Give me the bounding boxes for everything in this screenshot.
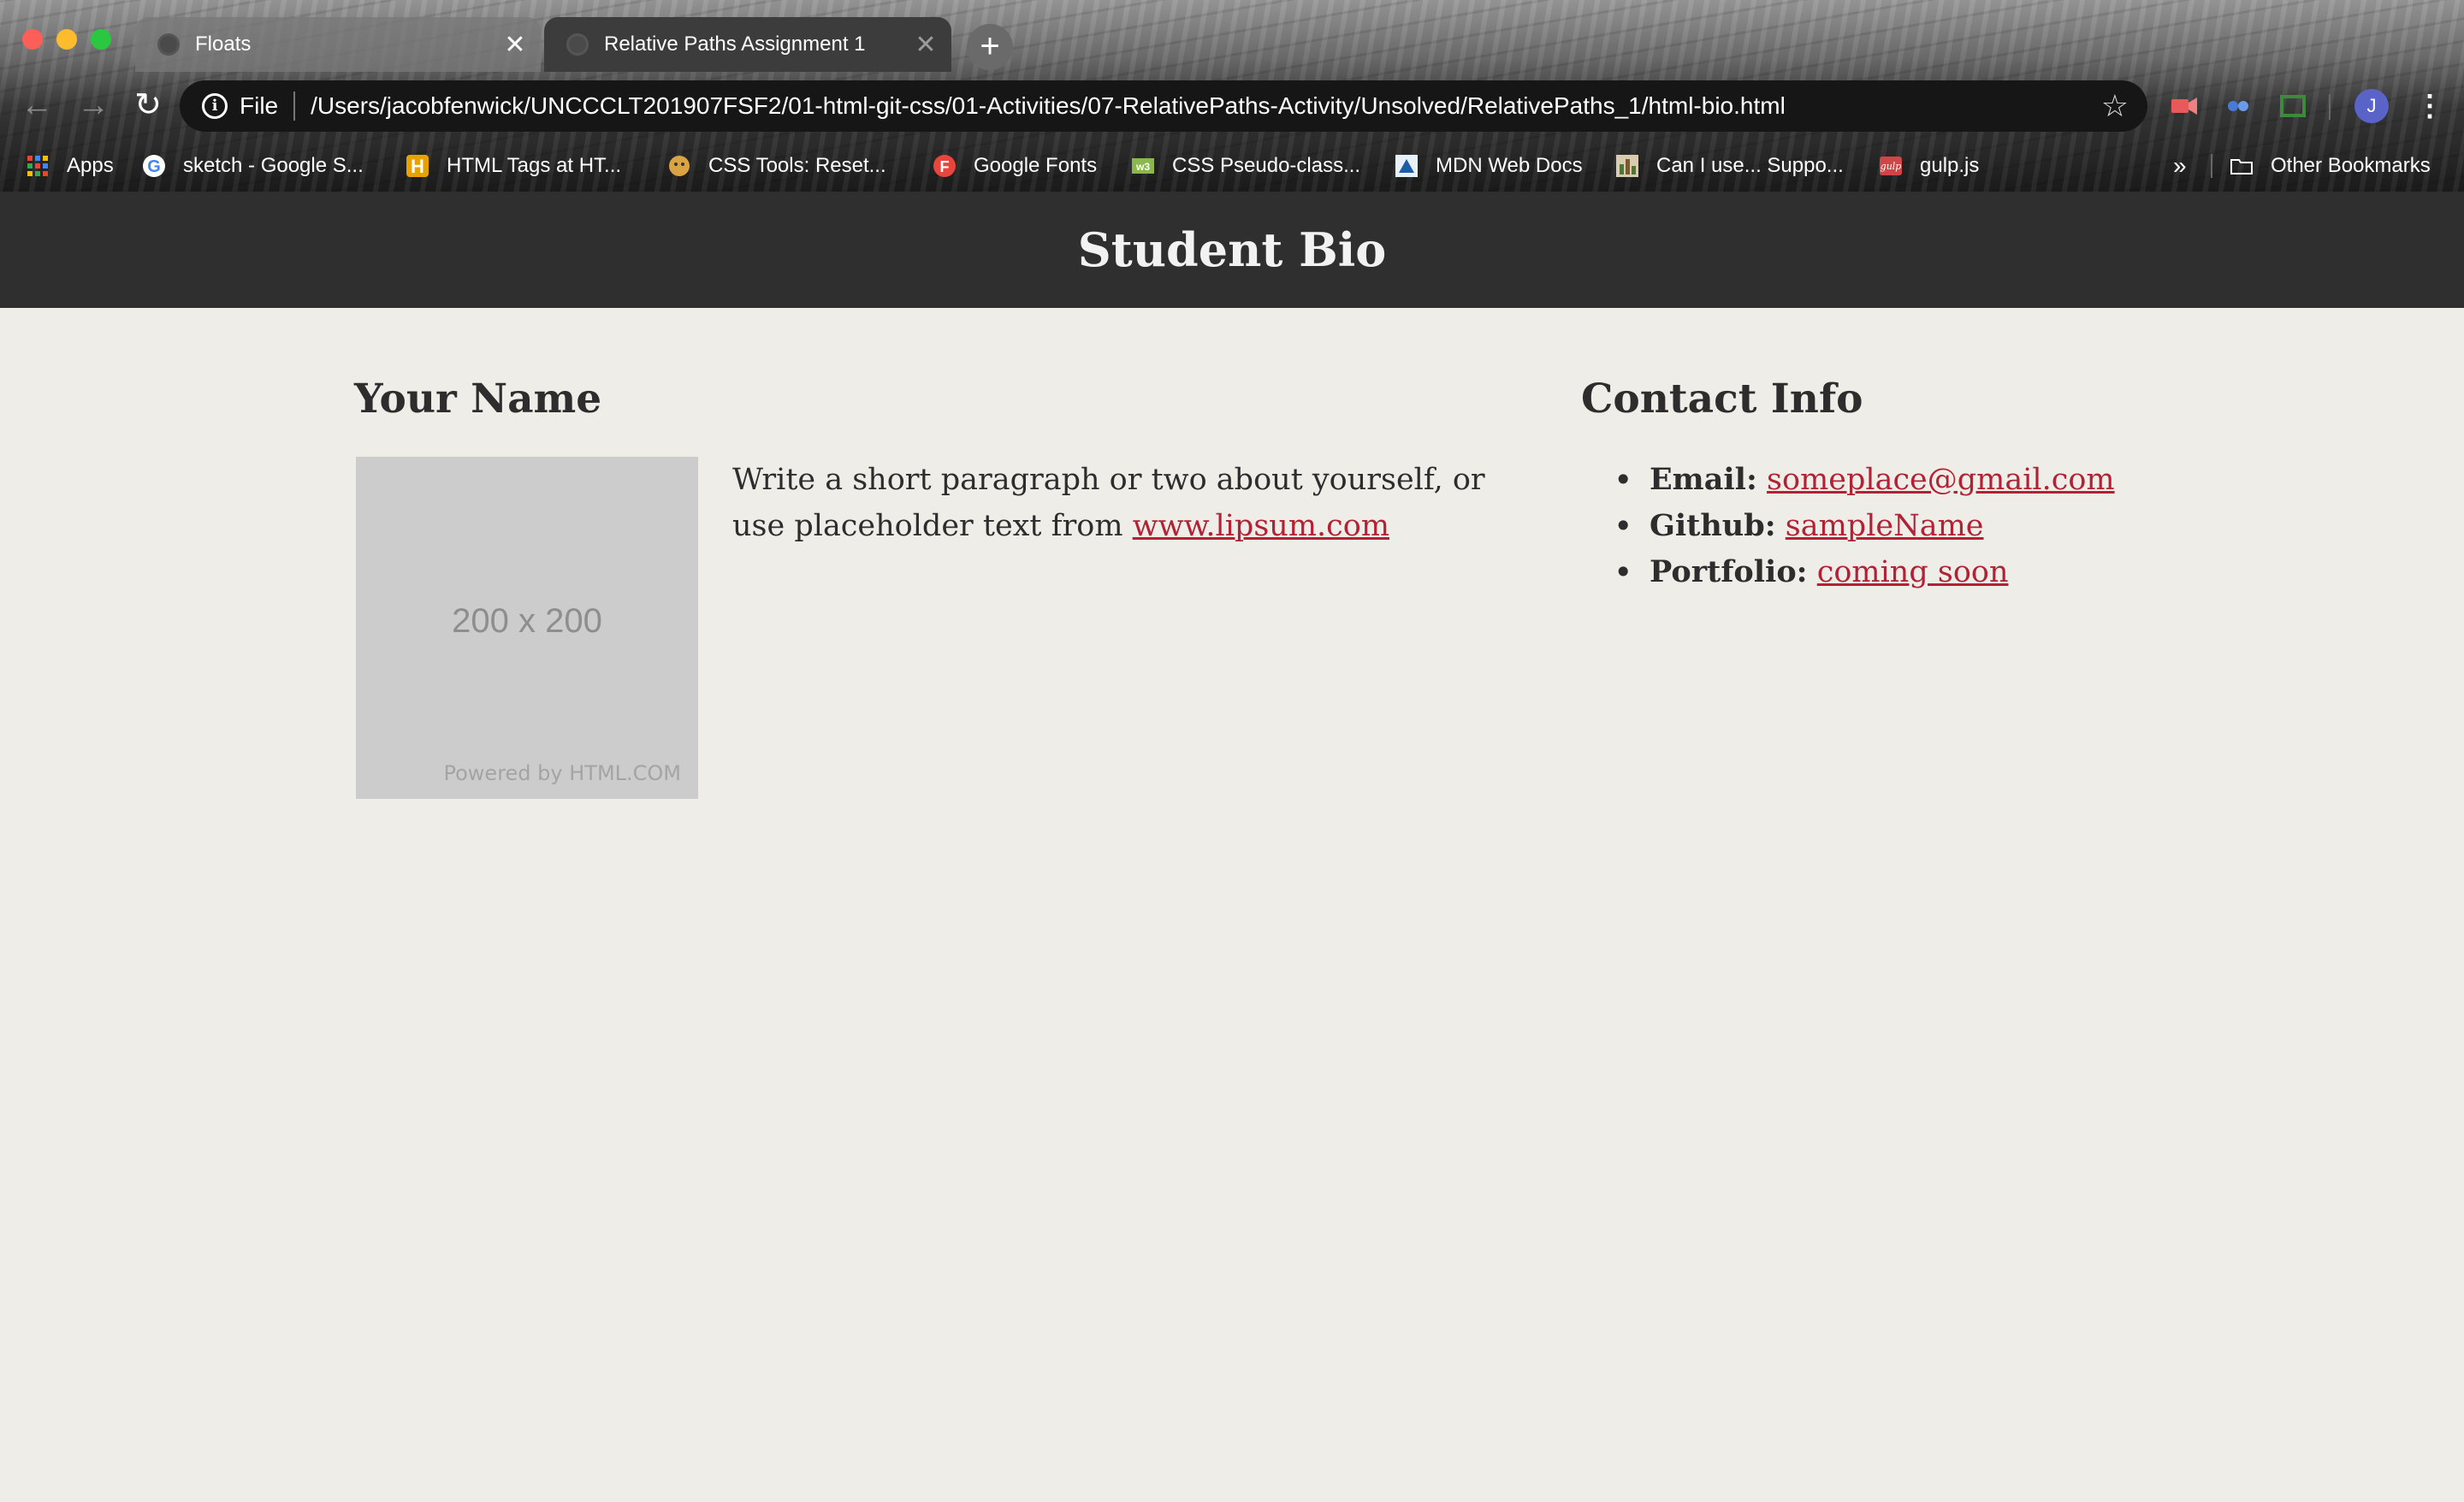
page-title: Student Bio xyxy=(1077,222,1387,277)
svg-text:G: G xyxy=(147,157,161,176)
globe-icon xyxy=(566,33,589,56)
reload-icon[interactable]: ↻ xyxy=(127,84,169,127)
w3-icon: w3 xyxy=(1132,158,1154,174)
more-menu-icon[interactable]: ⋮ xyxy=(2413,87,2447,125)
extension-record-icon[interactable] xyxy=(2168,91,2199,121)
bookmark-apps[interactable]: Apps xyxy=(26,149,114,183)
contact-label: Portfolio: xyxy=(1650,554,1808,589)
svg-text:F: F xyxy=(940,158,950,175)
contact-list: Email: someplace@gmail.com Github: sampl… xyxy=(1614,457,2351,595)
address-divider xyxy=(293,92,296,121)
contact-item-github: Github: sampleName xyxy=(1614,503,2351,549)
contact-item-portfolio: Portfolio: coming soon xyxy=(1614,549,2351,595)
new-tab-button[interactable]: + xyxy=(967,24,1013,70)
bookmarks-bar: Apps G sketch - Google S... H HTML Tags … xyxy=(0,140,2464,192)
bookmark-google-fonts[interactable]: F Google Fonts xyxy=(933,149,1097,183)
close-tab-icon[interactable]: ✕ xyxy=(498,30,532,60)
bookmark-can-i-use[interactable]: Can I use... Suppo... xyxy=(1615,149,1844,183)
email-link[interactable]: someplace@gmail.com xyxy=(1767,463,2115,497)
css-tools-icon xyxy=(669,156,690,176)
placeholder-dimensions: 200 x 200 xyxy=(452,602,602,640)
mdn-icon xyxy=(1395,155,1418,177)
forward-arrow-icon[interactable]: → xyxy=(72,84,115,127)
bookmark-css-tools[interactable]: CSS Tools: Reset... xyxy=(667,149,886,183)
bookmark-star-icon[interactable]: ☆ xyxy=(2101,88,2129,124)
bookmark-label: HTML Tags at HT... xyxy=(447,154,622,177)
bookmark-label: Google Fonts xyxy=(974,154,1098,177)
svg-text:w3: w3 xyxy=(1135,161,1150,173)
bookmark-label: sketch - Google S... xyxy=(183,154,364,177)
google-fonts-icon: F xyxy=(933,155,956,177)
bookmark-label: CSS Pseudo-class... xyxy=(1172,154,1361,177)
bookmark-label: Can I use... Suppo... xyxy=(1656,154,1844,177)
toolbar-divider xyxy=(2329,94,2331,120)
contact-label: Github: xyxy=(1650,508,1776,543)
lipsum-link[interactable]: www.lipsum.com xyxy=(1133,509,1389,543)
bookmarks-divider xyxy=(2211,154,2212,178)
back-arrow-icon[interactable]: ← xyxy=(15,84,58,127)
tab-title: Relative Paths Assignment 1 xyxy=(604,33,866,56)
bookmark-label: Apps xyxy=(67,154,114,177)
browser-chrome: Floats ✕ Relative Paths Assignment 1 ✕ +… xyxy=(0,0,2464,192)
browser-toolbar: ← → ↻ i File /Users/jacobfenwick/UNCCCLT… xyxy=(0,72,2464,140)
google-icon: G xyxy=(143,155,165,177)
profile-avatar[interactable]: J xyxy=(2354,89,2389,123)
caniuse-icon xyxy=(1616,155,1638,177)
tab-relative-paths[interactable]: Relative Paths Assignment 1 ✕ xyxy=(544,17,951,72)
bookmark-label: MDN Web Docs xyxy=(1436,154,1583,177)
extension-puzzle-icon[interactable] xyxy=(2223,91,2254,121)
tab-floats[interactable]: Floats ✕ xyxy=(135,17,541,72)
bookmarks-overflow-button[interactable]: » xyxy=(2173,149,2187,183)
profile-image-placeholder: 200 x 200 Powered by HTML.COM xyxy=(356,457,698,799)
bio-section: Your Name 200 x 200 Powered by HTML.COM … xyxy=(354,368,1485,799)
html-h-icon: H xyxy=(406,155,429,177)
bio-paragraph: Write a short paragraph or two about you… xyxy=(732,457,1485,549)
address-url[interactable]: /Users/jacobfenwick/UNCCCLT201907FSF2/01… xyxy=(311,92,2101,120)
close-window-button[interactable] xyxy=(22,29,43,50)
page-header: Student Bio xyxy=(0,192,2464,308)
folder-icon xyxy=(2230,159,2253,174)
bookmark-gulp[interactable]: gulp gulp.js xyxy=(1879,149,1979,183)
extension-screen-icon[interactable] xyxy=(2277,91,2308,121)
other-bookmarks[interactable]: Other Bookmarks xyxy=(2230,149,2431,183)
bookmark-label: CSS Tools: Reset... xyxy=(708,154,886,177)
apps-grid-icon xyxy=(27,156,48,176)
github-link[interactable]: sampleName xyxy=(1786,509,1984,543)
svg-text:gulp: gulp xyxy=(1881,161,1902,172)
gulp-icon: gulp xyxy=(1880,157,1902,175)
bookmark-sketch-google[interactable]: G sketch - Google S... xyxy=(142,149,364,183)
bookmark-mdn[interactable]: MDN Web Docs xyxy=(1395,149,1583,183)
contact-item-email: Email: someplace@gmail.com xyxy=(1614,457,2351,503)
contact-label: Email: xyxy=(1650,462,1757,497)
bookmark-label: gulp.js xyxy=(1920,154,1980,177)
portfolio-link[interactable]: coming soon xyxy=(1817,555,2009,589)
bookmark-label: Other Bookmarks xyxy=(2271,154,2431,177)
tab-title: Floats xyxy=(195,33,252,56)
svg-text:H: H xyxy=(411,156,424,177)
contact-section: Contact Info Email: someplace@gmail.com … xyxy=(1581,368,2351,595)
bookmark-css-pseudo[interactable]: w3 CSS Pseudo-class... xyxy=(1131,149,1360,183)
placeholder-caption: Powered by HTML.COM xyxy=(443,761,682,785)
bookmark-html-tags[interactable]: H HTML Tags at HT... xyxy=(406,149,621,183)
maximize-window-button[interactable] xyxy=(91,29,111,50)
minimize-window-button[interactable] xyxy=(56,29,77,50)
address-bar[interactable]: i File /Users/jacobfenwick/UNCCCLT201907… xyxy=(180,80,2147,132)
contact-heading: Contact Info xyxy=(1581,376,1863,423)
globe-icon xyxy=(157,33,180,56)
close-tab-icon[interactable]: ✕ xyxy=(909,30,943,60)
info-icon[interactable]: i xyxy=(202,93,228,119)
name-heading: Your Name xyxy=(354,376,602,423)
address-scheme: File xyxy=(240,92,279,119)
